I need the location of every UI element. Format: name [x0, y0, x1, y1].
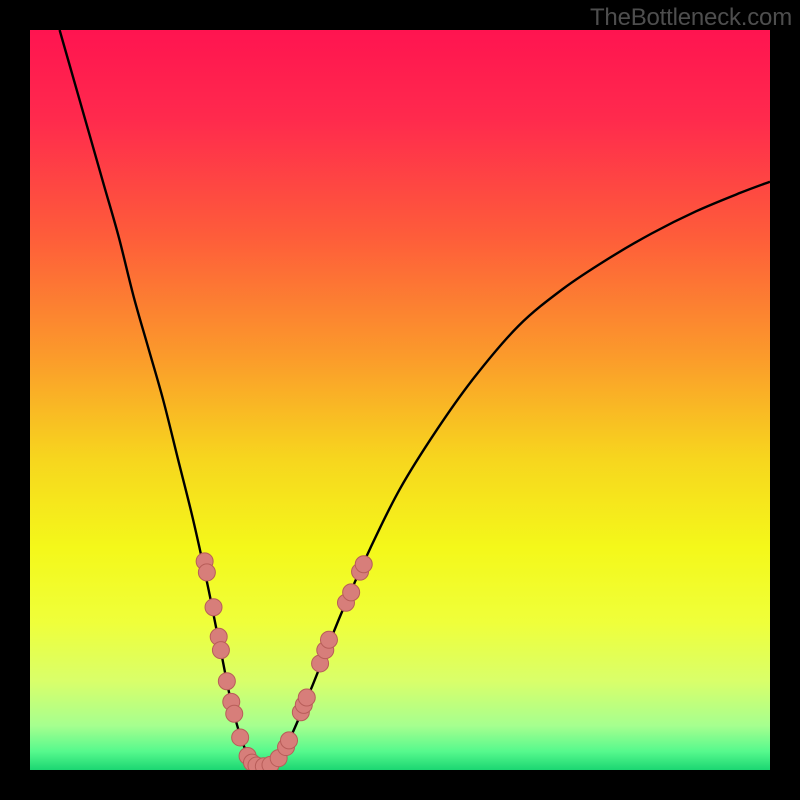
gradient-background [30, 30, 770, 770]
data-marker [205, 599, 222, 616]
data-marker [320, 631, 337, 648]
data-marker [232, 729, 249, 746]
data-marker [226, 705, 243, 722]
data-marker [281, 732, 298, 749]
data-marker [355, 556, 372, 573]
data-marker [298, 689, 315, 706]
data-marker [218, 673, 235, 690]
chart-frame [30, 30, 770, 770]
bottleneck-chart [30, 30, 770, 770]
data-marker [198, 564, 215, 581]
watermark-text: TheBottleneck.com [590, 4, 792, 32]
data-marker [212, 642, 229, 659]
data-marker [343, 584, 360, 601]
